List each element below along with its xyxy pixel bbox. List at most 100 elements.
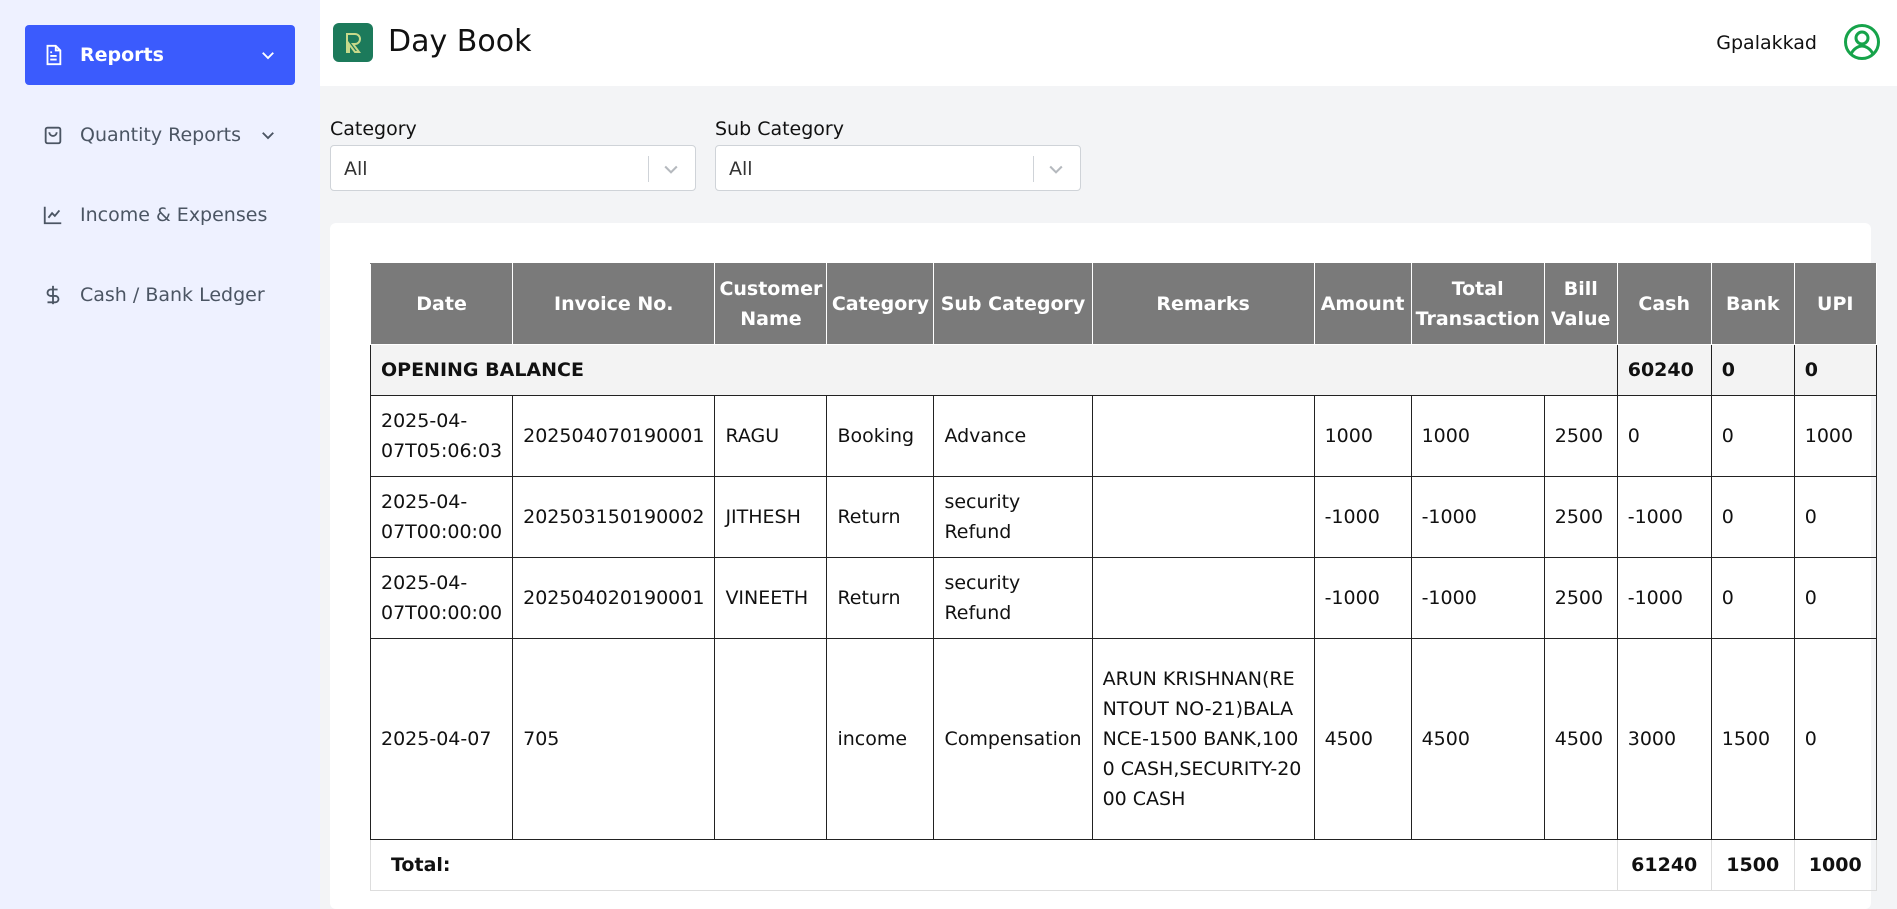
cell-date: 2025-04-07 bbox=[369, 638, 514, 840]
cell-bill: 4500 bbox=[1543, 638, 1618, 840]
column-header[interactable]: Sub Category bbox=[933, 263, 1093, 345]
total-row: Total: 61240 1500 1000 bbox=[370, 839, 1877, 891]
cell-total: 1000 bbox=[1410, 395, 1545, 477]
sidebar-item-quantity-reports[interactable]: Quantity Reports bbox=[25, 105, 295, 165]
select-separator bbox=[1033, 156, 1034, 182]
column-header[interactable]: Total Transaction bbox=[1410, 263, 1545, 345]
cell-remarks bbox=[1091, 476, 1315, 558]
opening-cash: 60240 bbox=[1616, 344, 1712, 396]
sidebar: Reports Quantity Reports Income & Expens… bbox=[0, 0, 320, 909]
cell-total: -1000 bbox=[1410, 557, 1545, 639]
sidebar-item-label: Reports bbox=[80, 44, 164, 66]
cell-total: -1000 bbox=[1410, 476, 1545, 558]
shopping-bag-icon bbox=[41, 123, 65, 147]
table-header-row: Date Invoice No. Customer Name Category … bbox=[369, 263, 1877, 345]
cell-cash: -1000 bbox=[1616, 476, 1712, 558]
line-chart-icon bbox=[41, 203, 65, 227]
sidebar-item-income-expenses[interactable]: Income & Expenses bbox=[25, 185, 295, 245]
column-header[interactable]: Date bbox=[369, 263, 514, 345]
opening-upi: 0 bbox=[1793, 344, 1877, 396]
cell-date: 2025-04-07T00:00:00 bbox=[369, 557, 514, 639]
document-icon bbox=[41, 43, 65, 67]
table-row[interactable]: 2025-04-07 705 income Compensation ARUN … bbox=[369, 638, 1877, 840]
cell-invoice: 705 bbox=[512, 638, 716, 840]
cell-invoice: 202504070190001 bbox=[512, 395, 716, 477]
category-value: All bbox=[344, 158, 368, 180]
sub-category-value: All bbox=[729, 158, 753, 180]
sidebar-item-label: Income & Expenses bbox=[80, 204, 268, 226]
username: Gpalakkad bbox=[1716, 32, 1817, 54]
sidebar-item-reports[interactable]: Reports bbox=[25, 25, 295, 85]
cell-amount: 4500 bbox=[1313, 638, 1412, 840]
cell-upi: 0 bbox=[1793, 557, 1877, 639]
dollar-icon bbox=[41, 283, 65, 307]
cell-category: Return bbox=[826, 476, 935, 558]
total-bank: 1500 bbox=[1710, 839, 1795, 891]
sidebar-item-cash-bank-ledger[interactable]: Cash / Bank Ledger bbox=[25, 265, 295, 325]
cell-category: Booking bbox=[826, 395, 935, 477]
cell-date: 2025-04-07T05:06:03 bbox=[369, 395, 514, 477]
cell-upi: 0 bbox=[1793, 476, 1877, 558]
cell-cash: 0 bbox=[1616, 395, 1712, 477]
sub-category-select[interactable]: All bbox=[715, 145, 1081, 191]
user-avatar-icon[interactable] bbox=[1843, 23, 1881, 61]
total-cash: 61240 bbox=[1616, 839, 1712, 891]
cell-customer: JITHESH bbox=[714, 476, 828, 558]
cell-invoice: 202503150190002 bbox=[512, 476, 716, 558]
cell-customer: VINEETH bbox=[714, 557, 828, 639]
opening-bank: 0 bbox=[1710, 344, 1795, 396]
sidebar-item-label: Cash / Bank Ledger bbox=[80, 284, 265, 306]
cell-cash: 3000 bbox=[1616, 638, 1712, 840]
sub-category-label: Sub Category bbox=[715, 118, 844, 140]
chevron-down-icon[interactable] bbox=[1046, 159, 1066, 179]
cell-sub-category: security Refund bbox=[933, 557, 1093, 639]
total-label: Total: bbox=[370, 839, 1618, 891]
column-header[interactable]: UPI bbox=[1793, 263, 1877, 345]
cell-remarks: ARUN KRISHNAN(RENTOUT NO-21)BALANCE-1500… bbox=[1091, 638, 1315, 840]
cell-amount: 1000 bbox=[1313, 395, 1412, 477]
cell-customer bbox=[714, 638, 828, 840]
cell-bill: 2500 bbox=[1543, 476, 1618, 558]
cell-bill: 2500 bbox=[1543, 557, 1618, 639]
cell-remarks bbox=[1091, 557, 1315, 639]
column-header[interactable]: Amount bbox=[1313, 263, 1412, 345]
column-header[interactable]: Invoice No. bbox=[512, 263, 716, 345]
cell-total: 4500 bbox=[1410, 638, 1545, 840]
column-header[interactable]: Remarks bbox=[1091, 263, 1315, 345]
table-row[interactable]: 2025-04-07T00:00:00 202503150190002 JITH… bbox=[369, 476, 1877, 558]
category-select[interactable]: All bbox=[330, 145, 696, 191]
cell-category: income bbox=[826, 638, 935, 840]
column-header[interactable]: Category bbox=[826, 263, 935, 345]
cell-bank: 0 bbox=[1710, 395, 1795, 477]
cell-remarks bbox=[1091, 395, 1315, 477]
sidebar-item-label: Quantity Reports bbox=[80, 124, 242, 146]
opening-balance-row: OPENING BALANCE 60240 0 0 bbox=[370, 344, 1877, 396]
chevron-down-icon[interactable] bbox=[661, 159, 681, 179]
cell-sub-category: Advance bbox=[933, 395, 1093, 477]
app-logo bbox=[333, 23, 373, 62]
chevron-down-icon[interactable] bbox=[259, 126, 277, 144]
cell-cash: -1000 bbox=[1616, 557, 1712, 639]
table-row[interactable]: 2025-04-07T00:00:00 202504020190001 VINE… bbox=[369, 557, 1877, 639]
column-header[interactable]: Cash bbox=[1616, 263, 1712, 345]
cell-bank: 0 bbox=[1710, 557, 1795, 639]
cell-amount: -1000 bbox=[1313, 557, 1412, 639]
chevron-down-icon[interactable] bbox=[259, 46, 277, 64]
column-header[interactable]: Bill Value bbox=[1543, 263, 1618, 345]
column-header[interactable]: Bank bbox=[1710, 263, 1795, 345]
cell-bank: 0 bbox=[1710, 476, 1795, 558]
cell-invoice: 202504020190001 bbox=[512, 557, 716, 639]
top-header: Day Book Gpalakkad bbox=[320, 0, 1897, 86]
cell-sub-category: Compensation bbox=[933, 638, 1093, 840]
table-row[interactable]: 2025-04-07T05:06:03 202504070190001 RAGU… bbox=[369, 395, 1877, 477]
cell-customer: RAGU bbox=[714, 395, 828, 477]
opening-balance-label: OPENING BALANCE bbox=[370, 344, 1618, 396]
column-header[interactable]: Customer Name bbox=[714, 263, 828, 345]
cell-upi: 1000 bbox=[1793, 395, 1877, 477]
cell-upi: 0 bbox=[1793, 638, 1877, 840]
category-label: Category bbox=[330, 118, 417, 140]
cell-date: 2025-04-07T00:00:00 bbox=[369, 476, 514, 558]
cell-sub-category: security Refund bbox=[933, 476, 1093, 558]
total-upi: 1000 bbox=[1793, 839, 1877, 891]
cell-amount: -1000 bbox=[1313, 476, 1412, 558]
